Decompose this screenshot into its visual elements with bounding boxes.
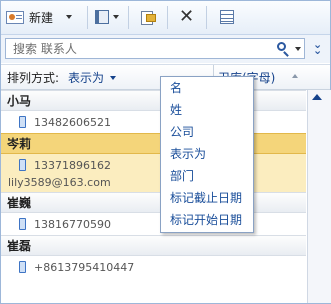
address-book-button[interactable]: [95, 7, 119, 27]
contact-group-header[interactable]: 崔磊: [1, 235, 306, 256]
phone-number: +8613795410447: [34, 260, 135, 274]
phone-number: 13371896162: [34, 158, 111, 172]
mobile-phone-icon: [19, 218, 26, 230]
menu-item-company[interactable]: 公司: [161, 121, 253, 143]
search-input[interactable]: [9, 39, 277, 58]
menu-item-first-name[interactable]: 名: [161, 77, 253, 99]
phone-number: 13482606521: [34, 115, 111, 129]
search-bar: ⌄⌄: [1, 35, 330, 63]
toolbar-divider: [128, 6, 129, 29]
menu-item-last-name[interactable]: 姓: [161, 99, 253, 121]
delete-button[interactable]: ✕: [179, 7, 194, 27]
contact-list: 小马 13482606521 岑莉 13371896162 lily3589@1…: [1, 90, 306, 303]
arrange-by-dropdown[interactable]: 表示为: [68, 69, 104, 86]
new-button-label: 新建: [29, 10, 54, 25]
menu-item-department[interactable]: 部门: [161, 165, 253, 187]
contact-group-header[interactable]: 小马: [1, 90, 306, 111]
list-item[interactable]: 13371896162 lily3589@163.com: [1, 154, 306, 192]
arrange-by-label: 排列方式:: [7, 71, 60, 85]
mobile-phone-icon: [19, 116, 26, 128]
toolbar-divider: [87, 6, 88, 29]
toolbar-divider: [206, 6, 207, 29]
contacts-panel: 新建 ✕ ⌄⌄ 排列方式: 表示为: [0, 0, 331, 304]
search-icon[interactable]: [277, 42, 286, 51]
list-view-icon: [220, 10, 234, 24]
new-button[interactable]: 新建: [6, 7, 73, 27]
view-button[interactable]: [220, 7, 234, 27]
menu-item-flag-due-date[interactable]: 标记截止日期: [161, 187, 253, 209]
toolbar-divider: [167, 6, 168, 29]
expand-icon[interactable]: ⌄ ⌄: [313, 39, 322, 56]
chevron-down-icon[interactable]: [66, 15, 73, 19]
list-item[interactable]: +8613795410447: [1, 256, 306, 278]
close-icon: ✕: [179, 6, 195, 27]
contact-group-header[interactable]: 崔巍: [1, 192, 306, 213]
phone-number: 13816770590: [34, 217, 111, 231]
contact-card-icon: [6, 10, 24, 24]
toolbar: 新建 ✕: [1, 1, 330, 35]
flag-icon: [140, 10, 156, 25]
chevron-down-icon[interactable]: [113, 15, 119, 19]
menu-item-flag-start-date[interactable]: 标记开始日期: [161, 209, 253, 231]
list-item[interactable]: 13482606521: [1, 111, 306, 133]
mobile-phone-icon: [19, 159, 26, 171]
search-box: [5, 38, 305, 59]
menu-item-file-as[interactable]: 表示为: [161, 143, 253, 165]
vertical-scrollbar[interactable]: [307, 90, 331, 303]
list-item[interactable]: 13816770590: [1, 213, 306, 235]
email-address: lily3589@163.com: [8, 176, 111, 189]
chevron-down-icon[interactable]: [295, 47, 301, 51]
sort-ascending-icon: [292, 74, 298, 78]
mobile-phone-icon: [19, 261, 26, 273]
follow-up-flag-button[interactable]: [140, 7, 156, 27]
scroll-up-icon[interactable]: [312, 94, 322, 100]
chevron-down-icon[interactable]: [110, 76, 116, 80]
arrange-by-menu: 名 姓 公司 表示为 部门 标记截止日期 标记开始日期: [160, 76, 254, 233]
contact-group-header[interactable]: 岑莉: [1, 133, 306, 154]
address-book-icon: [95, 10, 109, 24]
